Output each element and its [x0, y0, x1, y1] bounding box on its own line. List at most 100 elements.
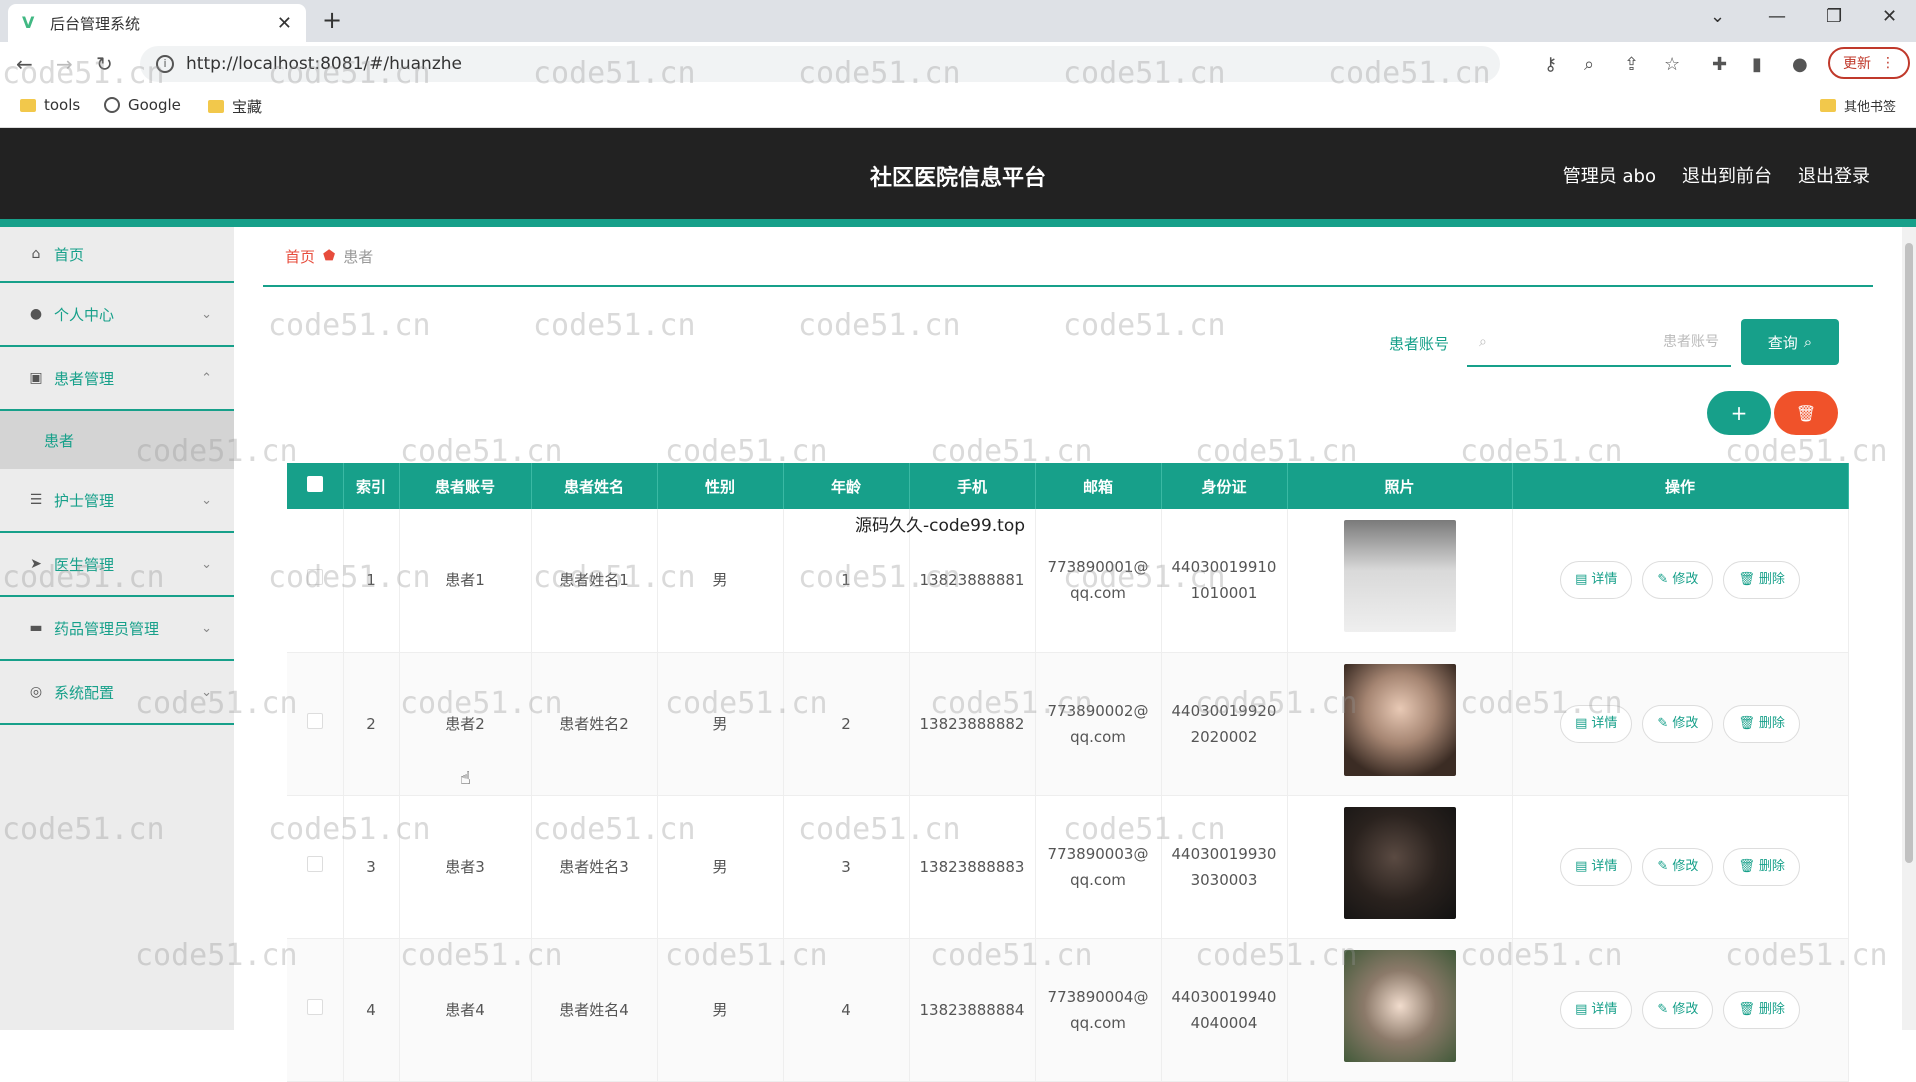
patient-photo[interactable] [1343, 949, 1456, 1062]
sidebar-item-label: 系统配置 [54, 683, 115, 702]
batch-delete-button[interactable]: 🗑 [1774, 391, 1838, 435]
delete-button[interactable]: 🗑 删除 [1723, 847, 1800, 886]
breadcrumb-home[interactable]: 首页 [285, 246, 315, 267]
bookmark-treasure[interactable]: 宝藏 [208, 96, 262, 117]
hand-cursor-icon: ☝ [460, 768, 471, 789]
key-icon[interactable]: ⚷ [1544, 54, 1557, 75]
sidebar-item-doctors[interactable]: ➤ 医生管理 ⌄ [0, 533, 234, 597]
detail-button[interactable]: ▤ 详情 [1560, 847, 1633, 886]
detail-button[interactable]: ▤ 详情 [1560, 561, 1633, 600]
sidepanel-icon[interactable]: ▮ [1752, 54, 1762, 75]
patient-photo[interactable] [1343, 663, 1456, 776]
clipboard-icon: ▣ [29, 370, 43, 386]
cell-ops: ▤ 详情 ✎ 修改 🗑 删除 [1512, 795, 1849, 939]
sidebar-item-label: 医生管理 [54, 555, 115, 574]
document-icon: ▤ [1575, 715, 1588, 731]
detail-button[interactable]: ▤ 详情 [1560, 990, 1633, 1029]
admin-user[interactable]: 管理员 abo [1563, 162, 1656, 188]
row-checkbox[interactable] [306, 712, 323, 729]
delete-button[interactable]: 🗑 删除 [1723, 704, 1800, 743]
plus-icon: + [1730, 401, 1748, 425]
browser-tab-bar: V 后台管理系统 ✕ + ⌄ — ❐ ✕ [0, 0, 1916, 42]
breadcrumb-current: 患者 [343, 247, 374, 266]
sidebar-item-patients[interactable]: ▣ 患者管理 ⌃ [0, 347, 234, 411]
more-icon: ⋮ [1881, 55, 1895, 71]
cell-age: 3 [783, 795, 910, 939]
forward-icon[interactable]: → [56, 52, 73, 76]
cell-photo [1287, 652, 1513, 796]
back-to-front-link[interactable]: 退出到前台 [1682, 162, 1772, 188]
pencil-icon: ✎ [1657, 858, 1669, 874]
logout-link[interactable]: 退出登录 [1798, 162, 1870, 188]
bookmark-tools[interactable]: tools [20, 96, 80, 114]
profile-icon[interactable]: ● [1792, 54, 1808, 75]
new-tab-icon[interactable]: + [322, 6, 342, 34]
browser-tab[interactable]: V 后台管理系统 ✕ [8, 4, 306, 42]
url-text: http://localhost:8081/#/huanzhe [186, 54, 462, 74]
edit-button[interactable]: ✎ 修改 [1642, 990, 1714, 1029]
star-icon[interactable]: ☆ [1664, 54, 1680, 75]
sidebar-item-nurses[interactable]: ☰ 护士管理 ⌄ [0, 469, 234, 533]
sidebar-subitem-patient[interactable]: 患者 [0, 411, 234, 469]
bookmark-other[interactable]: 其他书签 [1820, 96, 1896, 115]
patient-photo[interactable] [1343, 520, 1456, 633]
page-scrollbar[interactable] [1902, 227, 1916, 1030]
edit-button[interactable]: ✎ 修改 [1642, 847, 1714, 886]
row-checkbox[interactable] [306, 569, 323, 586]
back-icon[interactable]: ← [16, 52, 33, 76]
search-input[interactable] [1486, 334, 1719, 350]
sidebar-item-label: 药品管理员管理 [54, 619, 160, 638]
edit-button[interactable]: ✎ 修改 [1642, 561, 1714, 600]
add-button[interactable]: + [1707, 391, 1771, 435]
minimize-icon[interactable]: — [1768, 6, 1786, 27]
address-bar[interactable]: i http://localhost:8081/#/huanzhe [140, 46, 1500, 82]
sidebar-item-home[interactable]: ⌂ 首页 [0, 227, 234, 283]
update-button[interactable]: 更新 ⋮ [1828, 47, 1910, 79]
user-icon: ● [29, 306, 43, 322]
query-button[interactable]: 查询 ⌕ [1741, 319, 1839, 365]
folder-icon [208, 100, 224, 113]
column-header: 邮箱 [1035, 463, 1162, 509]
sidebar-item-settings[interactable]: ◎ 系统配置 ⌄ [0, 661, 234, 725]
cell-gender: 男 [657, 938, 784, 1082]
folder-icon [20, 98, 36, 112]
share-icon[interactable]: ⇪ [1624, 54, 1639, 75]
cell-index: 4 [343, 938, 400, 1082]
restore-icon[interactable]: ❐ [1826, 6, 1842, 27]
delete-button[interactable]: 🗑 删除 [1723, 990, 1800, 1029]
delete-button[interactable]: 🗑 删除 [1723, 561, 1800, 600]
zoom-icon[interactable]: ⌕ [1584, 54, 1594, 75]
chevron-up-icon: ⌃ [201, 370, 212, 386]
scrollbar-thumb[interactable] [1905, 243, 1913, 863]
patient-photo[interactable] [1343, 806, 1456, 919]
cell-idcard: 44030019930 3030003 [1161, 795, 1288, 939]
cell-name: 患者姓名2 [531, 652, 658, 796]
cell-gender: 男 [657, 652, 784, 796]
column-header: 患者账号 [399, 463, 532, 509]
sidebar-item-profile[interactable]: ● 个人中心 ⌄ [0, 283, 234, 347]
sidebar-item-pharmacists[interactable]: ▬ 药品管理员管理 ⌄ [0, 597, 234, 661]
source-notice: 源码久久-code99.top [855, 516, 1026, 536]
cell-account: 患者3 [399, 795, 532, 939]
chevron-down-icon[interactable]: ⌄ [1710, 6, 1725, 27]
cell-idcard: 44030019910 1010001 [1161, 509, 1288, 653]
close-icon[interactable]: ✕ [277, 13, 292, 34]
cell-ops: ▤ 详情 ✎ 修改 🗑 删除 [1512, 652, 1849, 796]
bookmark-google[interactable]: Google [104, 96, 181, 114]
edit-button[interactable]: ✎ 修改 [1642, 704, 1714, 743]
cell-gender: 男 [657, 509, 784, 653]
row-checkbox[interactable] [306, 855, 323, 872]
send-icon: ➤ [30, 556, 42, 572]
table-row: 2 患者2 患者姓名2 男 2 13823888882 773890002@ qq… [287, 652, 1849, 796]
row-checkbox[interactable] [306, 998, 323, 1015]
cell-account: 患者1 [399, 509, 532, 653]
select-all-checkbox[interactable] [306, 476, 323, 492]
info-icon[interactable]: i [156, 55, 174, 73]
cell-idcard: 44030019940 4040004 [1161, 938, 1288, 1082]
window-close-icon[interactable]: ✕ [1882, 6, 1897, 27]
reload-icon[interactable]: ↻ [96, 52, 113, 76]
select-all-cell[interactable] [287, 463, 344, 509]
cell-phone: 13823888883 [909, 795, 1036, 939]
extensions-icon[interactable]: ✚ [1712, 54, 1727, 75]
detail-button[interactable]: ▤ 详情 [1560, 704, 1633, 743]
